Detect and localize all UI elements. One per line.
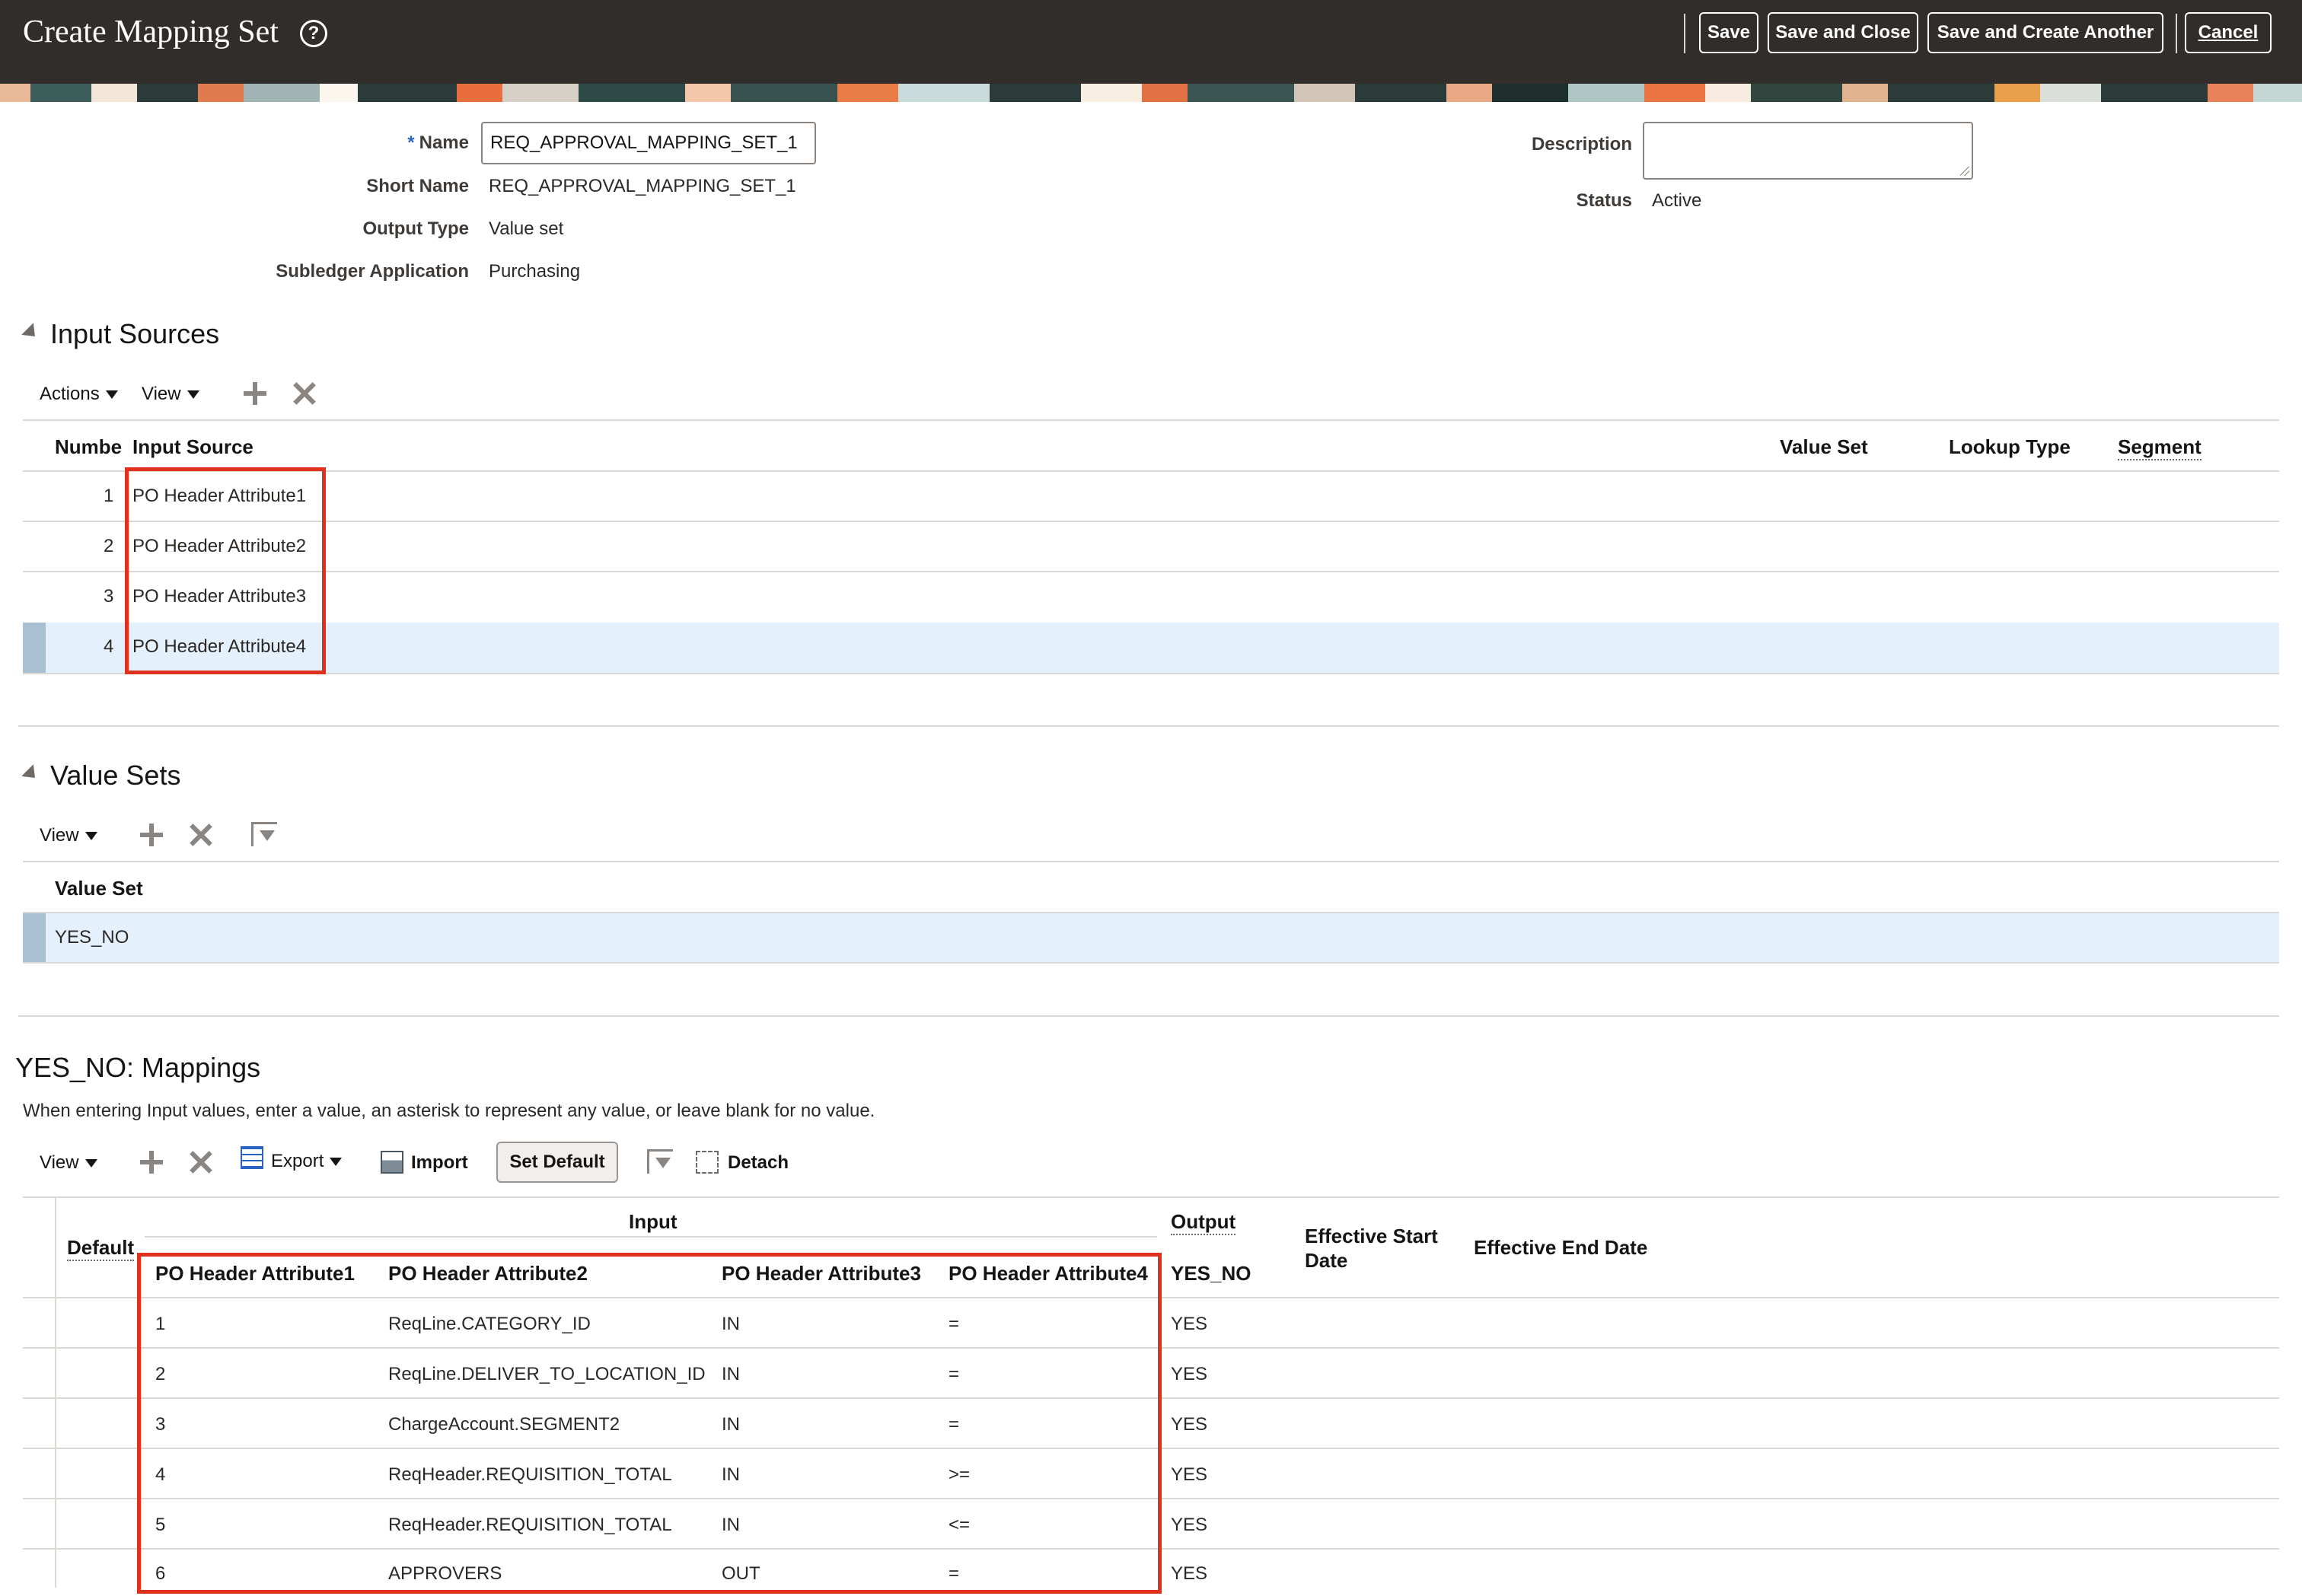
query-by-example-icon[interactable] xyxy=(251,822,277,846)
delete-icon[interactable] xyxy=(292,381,317,406)
description-label: Description xyxy=(1531,134,1632,155)
view-menu[interactable]: View xyxy=(40,1152,97,1174)
view-menu[interactable]: View xyxy=(40,825,97,846)
row-number: 4 xyxy=(104,636,114,657)
row-number: 3 xyxy=(104,586,114,607)
column-header-value-set[interactable]: Value Set xyxy=(1780,435,1868,459)
add-icon[interactable] xyxy=(140,823,163,846)
cell-output[interactable]: YES xyxy=(1171,1364,1207,1385)
decorative-banner xyxy=(0,84,2302,102)
column-header-output-yes-no[interactable]: YES_NO xyxy=(1171,1262,1251,1285)
column-header-default[interactable]: Default xyxy=(67,1236,135,1261)
export-icon[interactable] xyxy=(241,1146,263,1169)
add-icon[interactable] xyxy=(140,1151,163,1174)
column-header-value-set[interactable]: Value Set xyxy=(55,877,143,900)
column-header-effective-start-date[interactable]: Effective Start Date xyxy=(1305,1224,1457,1273)
highlight-box xyxy=(125,467,326,674)
cell-output[interactable]: YES xyxy=(1171,1314,1207,1335)
divider xyxy=(23,1196,2279,1198)
header-separator xyxy=(2176,14,2177,53)
header-separator xyxy=(1684,14,1685,53)
mappings-title: YES_NO: Mappings xyxy=(15,1052,261,1083)
import-icon[interactable] xyxy=(381,1151,403,1174)
column-header-number[interactable]: Numbe xyxy=(55,435,122,459)
chevron-down-icon xyxy=(84,832,97,841)
row-number: 1 xyxy=(104,486,114,506)
page-header: Create Mapping Set ? Save Save and Close… xyxy=(0,0,2302,84)
cell-output[interactable]: YES xyxy=(1171,1414,1207,1435)
save-and-close-button[interactable]: Save and Close xyxy=(1768,12,1918,53)
output-type-value: Value set xyxy=(489,218,564,239)
export-menu[interactable]: Export xyxy=(271,1151,343,1172)
selected-row-background xyxy=(23,623,2279,673)
row-value-set: YES_NO xyxy=(55,927,129,948)
collapse-input-sources-icon[interactable] xyxy=(21,323,41,342)
selected-row-background xyxy=(23,913,2279,962)
cell-output[interactable]: YES xyxy=(1171,1515,1207,1536)
group-header-divider xyxy=(145,1236,1157,1238)
highlight-box xyxy=(137,1253,1162,1594)
status-value: Active xyxy=(1652,190,1702,211)
value-sets-title: Value Sets xyxy=(50,760,181,791)
description-textarea[interactable] xyxy=(1643,122,1973,180)
divider xyxy=(23,962,2279,964)
query-by-example-icon[interactable] xyxy=(647,1149,673,1174)
import-button[interactable]: Import xyxy=(411,1152,468,1174)
column-header-segment[interactable]: Segment xyxy=(2118,435,2202,460)
column-divider xyxy=(55,1198,56,1588)
column-header-input-source[interactable]: Input Source xyxy=(132,435,253,459)
input-sources-title: Input Sources xyxy=(50,318,220,349)
section-divider xyxy=(18,1015,2279,1017)
collapse-value-sets-icon[interactable] xyxy=(21,764,41,784)
status-label: Status xyxy=(1576,190,1632,211)
set-default-button[interactable]: Set Default xyxy=(496,1142,618,1183)
divider xyxy=(23,861,2279,862)
delete-icon[interactable] xyxy=(189,1150,213,1174)
name-label: * Name xyxy=(407,132,469,153)
cell-output[interactable]: YES xyxy=(1171,1464,1207,1486)
subledger-application-value: Purchasing xyxy=(489,261,581,282)
cancel-button[interactable]: Cancel xyxy=(2185,12,2272,53)
subledger-application-label: Subledger Application xyxy=(276,261,469,282)
page-title: Create Mapping Set xyxy=(23,14,279,49)
column-header-lookup-type[interactable]: Lookup Type xyxy=(1949,435,2071,459)
divider xyxy=(23,419,2279,421)
chevron-down-icon xyxy=(330,1158,343,1167)
row-number: 2 xyxy=(104,536,114,556)
short-name-label: Short Name xyxy=(366,176,469,196)
delete-icon[interactable] xyxy=(189,823,213,847)
output-type-label: Output Type xyxy=(362,218,469,239)
divider xyxy=(23,470,2279,472)
output-group-header: Output xyxy=(1171,1210,1236,1235)
actions-menu[interactable]: Actions xyxy=(40,384,118,405)
row-selection-marker xyxy=(23,913,46,962)
column-header-effective-end-date[interactable]: Effective End Date xyxy=(1474,1236,1647,1260)
input-group-header: Input xyxy=(629,1210,678,1233)
short-name-value: REQ_APPROVAL_MAPPING_SET_1 xyxy=(489,176,796,196)
view-menu[interactable]: View xyxy=(142,384,199,405)
detach-button[interactable]: Detach xyxy=(728,1152,789,1174)
save-button[interactable]: Save xyxy=(1699,12,1758,53)
divider xyxy=(23,571,2279,572)
section-divider xyxy=(18,725,2279,727)
divider xyxy=(23,521,2279,522)
mappings-hint: When entering Input values, enter a valu… xyxy=(23,1101,875,1121)
help-icon[interactable]: ? xyxy=(300,20,327,47)
row-selection-marker xyxy=(23,623,46,673)
resize-grip-icon[interactable] xyxy=(1960,167,1969,176)
add-icon[interactable] xyxy=(244,382,266,405)
chevron-down-icon xyxy=(105,390,118,400)
cell-output[interactable]: YES xyxy=(1171,1563,1207,1585)
chevron-down-icon xyxy=(187,390,199,400)
divider xyxy=(23,673,2279,674)
detach-icon[interactable] xyxy=(696,1151,719,1174)
save-and-create-another-button[interactable]: Save and Create Another xyxy=(1927,12,2163,53)
chevron-down-icon xyxy=(84,1159,97,1168)
name-input[interactable] xyxy=(481,122,816,164)
